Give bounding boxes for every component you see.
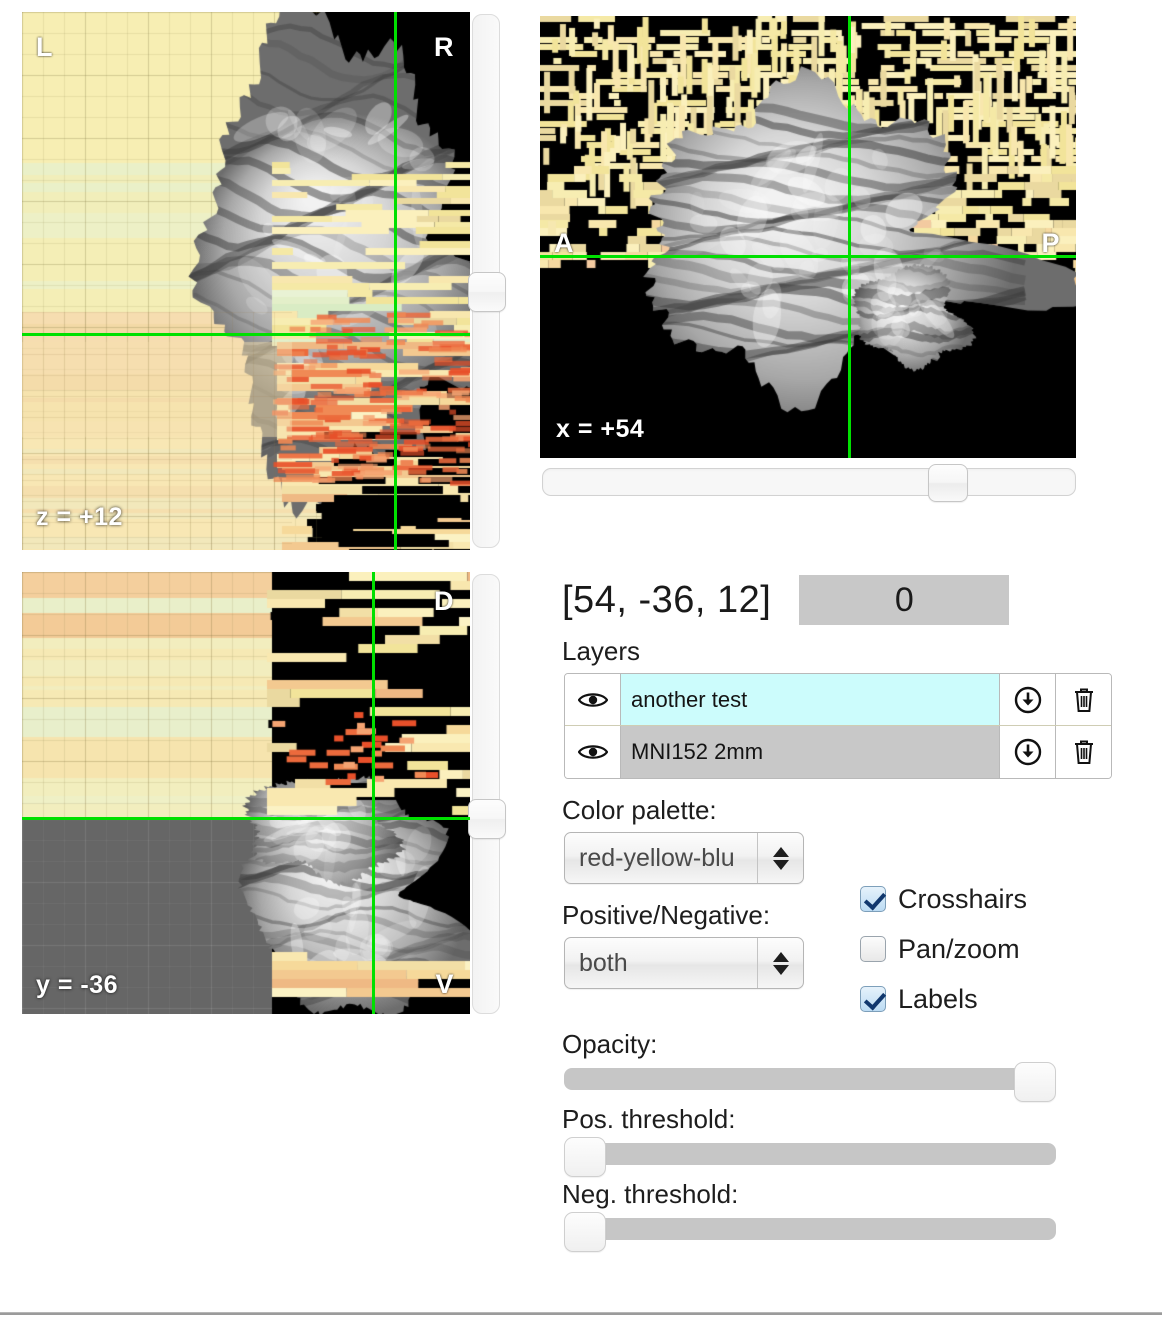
pos-threshold-slider-track[interactable] <box>564 1143 1056 1165</box>
page-divider <box>0 1312 1162 1315</box>
pos-threshold-slider[interactable] <box>564 1137 1056 1177</box>
checkbox-label: Labels <box>898 983 978 1014</box>
download-circle-icon <box>1014 686 1041 713</box>
pos-threshold-label: Pos. threshold: <box>562 1104 736 1134</box>
layer-download-button[interactable] <box>999 726 1055 778</box>
layer-row[interactable] <box>565 674 1111 726</box>
color-palette-value: red-yellow-blu <box>579 843 735 872</box>
download-circle-icon <box>1014 738 1041 766</box>
axial-view[interactable]: L R z = +12 <box>22 12 470 550</box>
opacity-slider[interactable] <box>564 1062 1056 1102</box>
sagittal-slice-slider[interactable] <box>542 464 1076 502</box>
readout-row: [54, -36, 12] 0 <box>562 572 1140 628</box>
neg-threshold-label: Neg. threshold: <box>562 1179 739 1209</box>
sagittal-slice-slider-thumb[interactable] <box>928 464 969 502</box>
brain-viewer-app: L R z = +12 A P x = +54 D V y = -36 [54,… <box>0 0 1162 1330</box>
positive-negative-value: both <box>579 948 628 977</box>
neg-threshold-slider-thumb[interactable] <box>564 1212 606 1252</box>
stepper-arrows[interactable] <box>757 833 803 883</box>
axial-slice-slider[interactable] <box>468 14 506 548</box>
sagittal-view[interactable]: A P x = +54 <box>540 16 1076 458</box>
opacity-slider-track[interactable] <box>564 1068 1056 1090</box>
display-options-group: Crosshairs Pan/zoom Labels <box>860 874 1120 1024</box>
trash-icon <box>1074 740 1093 764</box>
color-palette-label: Color palette: <box>562 795 717 825</box>
checkbox-checked-icon[interactable] <box>860 986 886 1012</box>
coordinate-readout: [54, -36, 12] <box>562 578 772 621</box>
layer-delete-button[interactable] <box>1055 726 1111 778</box>
neg-threshold-slider-track[interactable] <box>564 1218 1056 1240</box>
pos-threshold-slider-thumb[interactable] <box>564 1137 606 1177</box>
trash-icon <box>1074 688 1093 712</box>
layer-name-input[interactable] <box>621 726 999 778</box>
coronal-slice-slider[interactable] <box>468 574 506 1014</box>
coronal-canvas[interactable] <box>22 572 470 1014</box>
chevron-down-icon <box>772 964 789 975</box>
eye-icon <box>577 692 608 707</box>
coronal-slice-slider-thumb[interactable] <box>468 799 506 839</box>
positive-negative-select[interactable]: both <box>564 937 804 989</box>
voxel-value-readout: 0 <box>799 575 1010 625</box>
chevron-up-icon <box>772 951 789 962</box>
opacity-label: Opacity: <box>562 1029 658 1059</box>
opacity-slider-thumb[interactable] <box>1014 1062 1056 1102</box>
layer-name-input[interactable] <box>621 674 999 725</box>
checkbox-unchecked-icon[interactable] <box>860 936 886 962</box>
chevron-down-icon <box>772 859 789 870</box>
axial-slice-slider-thumb[interactable] <box>468 271 506 312</box>
axial-canvas[interactable] <box>22 12 470 550</box>
layer-visibility-toggle[interactable] <box>565 726 621 778</box>
coronal-view[interactable]: D V y = -36 <box>22 572 470 1014</box>
stepper-arrows[interactable] <box>757 938 803 988</box>
checkbox-checked-icon[interactable] <box>860 886 886 912</box>
chevron-up-icon <box>772 846 789 857</box>
checkbox-labels[interactable]: Labels <box>860 974 1120 1024</box>
layer-row[interactable] <box>565 726 1111 778</box>
checkbox-panzoom[interactable]: Pan/zoom <box>860 924 1120 974</box>
layers-list <box>564 673 1112 779</box>
layer-visibility-toggle[interactable] <box>565 674 621 725</box>
checkbox-label: Pan/zoom <box>898 933 1020 964</box>
sagittal-canvas[interactable] <box>540 16 1076 458</box>
checkbox-label: Crosshairs <box>898 883 1028 914</box>
checkbox-crosshairs[interactable]: Crosshairs <box>860 874 1120 924</box>
layer-download-button[interactable] <box>999 674 1055 725</box>
eye-icon <box>577 745 608 759</box>
color-palette-select[interactable]: red-yellow-blu <box>564 832 804 884</box>
layer-delete-button[interactable] <box>1055 674 1111 725</box>
layers-heading: Layers <box>562 636 641 666</box>
neg-threshold-slider[interactable] <box>564 1212 1056 1252</box>
